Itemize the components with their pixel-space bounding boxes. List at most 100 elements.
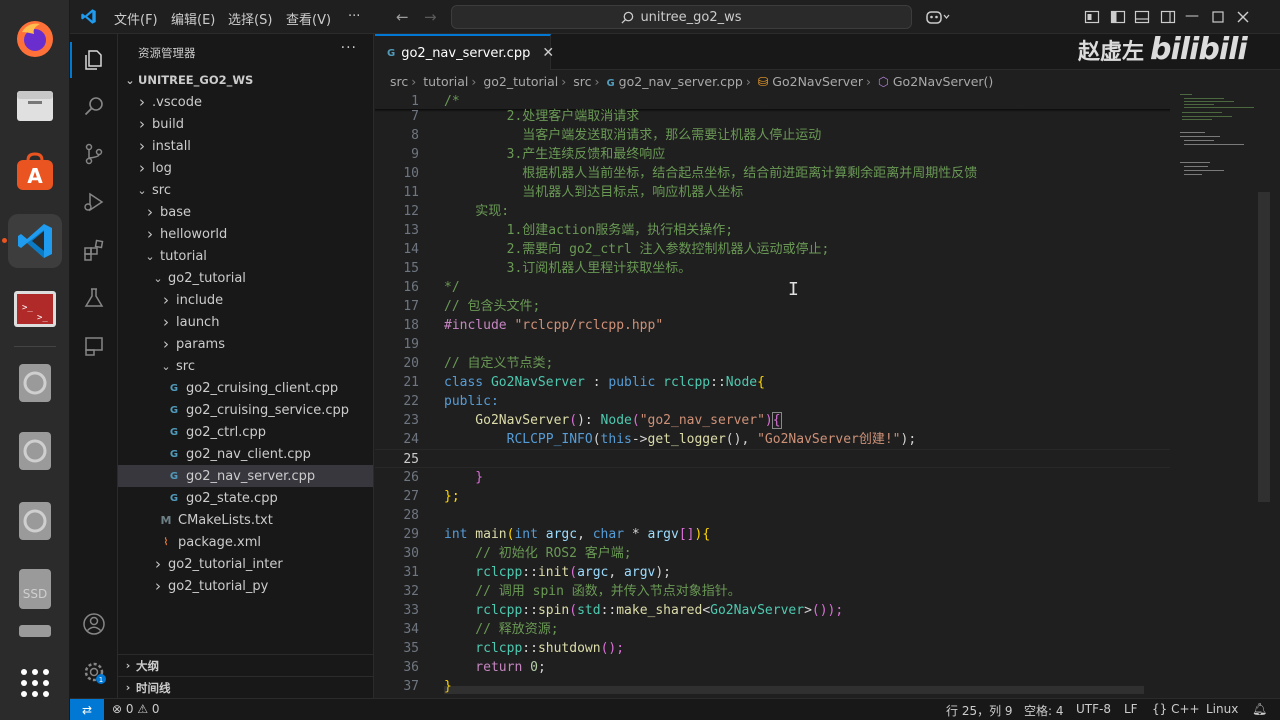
- toggle-sidebar-icon[interactable]: [1110, 9, 1126, 25]
- back-arrow-icon[interactable]: ←: [396, 8, 409, 26]
- code-editor[interactable]: 1/* 7 2.处理客户端取消请求 8 当客户端发送取消请求，那么需要让机器人停…: [375, 92, 1170, 698]
- tree-file[interactable]: ⌇ package.xml: [118, 531, 373, 553]
- timeline-section[interactable]: › 时间线: [118, 676, 373, 698]
- tree-folder[interactable]: ⌄ src: [118, 355, 373, 377]
- tree-folder[interactable]: › install: [118, 135, 373, 157]
- close-window-icon[interactable]: [1235, 9, 1251, 25]
- code-token: ,: [577, 527, 593, 542]
- toggle-secondary-sidebar-icon[interactable]: [1160, 9, 1176, 25]
- customize-layout-icon[interactable]: [1084, 9, 1100, 25]
- vscode-dock-icon[interactable]: [8, 214, 62, 268]
- tree-item-label: base: [160, 204, 191, 220]
- horizontal-scrollbar[interactable]: [444, 686, 1144, 694]
- menu-edit[interactable]: 编辑(E): [171, 9, 215, 28]
- tree-folder[interactable]: › go2_tutorial_py: [118, 575, 373, 597]
- breadcrumb-item[interactable]: go2_tutorial: [483, 74, 558, 89]
- breadcrumb-item[interactable]: Go2NavServer(): [893, 74, 993, 89]
- maximize-icon[interactable]: [1210, 9, 1226, 25]
- tree-file[interactable]: Ggo2_cruising_client.cpp: [118, 377, 373, 399]
- menu-view[interactable]: 查看(V): [286, 9, 331, 28]
- platform-indicator[interactable]: Linux: [1206, 702, 1238, 716]
- outline-section[interactable]: › 大纲: [118, 654, 373, 676]
- tree-folder[interactable]: › go2_tutorial_inter: [118, 553, 373, 575]
- terminal-icon[interactable]: >_ >_: [8, 282, 62, 336]
- line-number: 29: [403, 527, 419, 542]
- tree-file[interactable]: Ggo2_cruising_service.cpp: [118, 399, 373, 421]
- tree-file[interactable]: Ggo2_state.cpp: [118, 487, 373, 509]
- account-icon[interactable]: [82, 612, 106, 636]
- tree-folder[interactable]: › include: [118, 289, 373, 311]
- workspace-root[interactable]: ⌄ UNITREE_GO2_WS: [118, 69, 373, 91]
- tab-go2-nav-server[interactable]: G go2_nav_server.cpp ✕: [375, 34, 554, 70]
- breadcrumb-item[interactable]: src: [573, 74, 591, 89]
- chevron-right-icon: ›: [155, 555, 161, 573]
- tree-folder[interactable]: ⌄ go2_tutorial: [118, 267, 373, 289]
- disk-drive-icon[interactable]: [8, 494, 62, 548]
- line-number: 26: [403, 470, 419, 485]
- tree-folder[interactable]: › params: [118, 333, 373, 355]
- copilot-icon[interactable]: [926, 9, 950, 25]
- menu-more[interactable]: ···: [348, 9, 360, 24]
- remote-indicator-icon[interactable]: ⇄: [70, 699, 104, 720]
- indentation-setting[interactable]: 空格: 4: [1024, 702, 1064, 719]
- tree-folder[interactable]: ⌄ tutorial: [118, 245, 373, 267]
- notifications-bell-icon[interactable]: 🔔︎: [1252, 702, 1267, 716]
- tree-file[interactable]: Ggo2_nav_server.cpp: [118, 465, 373, 487]
- breadcrumb-item[interactable]: go2_nav_server.cpp: [619, 74, 743, 89]
- line-number: 8: [411, 128, 419, 143]
- testing-flask-icon[interactable]: [82, 286, 106, 310]
- command-center-search[interactable]: unitree_go2_ws: [451, 5, 912, 29]
- code-line: 8 当客户端发送取消请求，那么需要让机器人停止运动: [375, 126, 1170, 145]
- breadcrumb-item[interactable]: src: [390, 74, 408, 89]
- tree-folder[interactable]: › .vscode: [118, 91, 373, 113]
- explorer-icon[interactable]: [82, 48, 106, 72]
- tree-file[interactable]: Ggo2_ctrl.cpp: [118, 421, 373, 443]
- ssd-drive-icon[interactable]: SSD: [8, 562, 62, 616]
- more-actions-icon[interactable]: ···: [341, 40, 357, 56]
- tree-item-label: src: [176, 358, 195, 374]
- forward-arrow-icon[interactable]: →: [424, 8, 437, 26]
- file-encoding[interactable]: UTF-8: [1076, 702, 1111, 716]
- line-number: 17: [403, 299, 419, 314]
- tree-file[interactable]: M CMakeLists.txt: [118, 509, 373, 531]
- line-ending[interactable]: LF: [1124, 702, 1138, 716]
- extensions-icon[interactable]: [82, 238, 106, 262]
- settings-gear-icon[interactable]: 1: [82, 660, 106, 684]
- source-control-icon[interactable]: [82, 142, 106, 166]
- menu-file[interactable]: 文件(F): [114, 9, 158, 28]
- run-debug-icon[interactable]: [82, 190, 106, 214]
- firefox-icon[interactable]: [8, 12, 62, 66]
- tree-folder[interactable]: › base: [118, 201, 373, 223]
- cursor-position[interactable]: 行 25，列 9: [946, 702, 1013, 719]
- code-token: this: [600, 432, 632, 447]
- close-icon[interactable]: ✕: [542, 45, 554, 61]
- chevron-right-icon: ›: [139, 159, 145, 177]
- tree-folder[interactable]: › helloworld: [118, 223, 373, 245]
- breadcrumb-item[interactable]: Go2NavServer: [772, 74, 863, 89]
- remote-explorer-icon[interactable]: [82, 334, 106, 358]
- drive-icon[interactable]: [8, 620, 62, 640]
- language-mode[interactable]: {} C++: [1152, 702, 1200, 716]
- menu-selection[interactable]: 选择(S): [228, 9, 272, 28]
- show-apps-icon[interactable]: [8, 656, 62, 710]
- tree-file[interactable]: Ggo2_nav_client.cpp: [118, 443, 373, 465]
- tree-folder[interactable]: › launch: [118, 311, 373, 333]
- cpp-file-icon: G: [169, 382, 179, 394]
- disk-drive-icon[interactable]: [8, 424, 62, 478]
- app-center-icon[interactable]: A: [8, 146, 62, 200]
- tree-folder[interactable]: ⌄ src: [118, 179, 373, 201]
- tree-folder[interactable]: › build: [118, 113, 373, 135]
- breadcrumb-item[interactable]: tutorial: [423, 74, 468, 89]
- problems-count[interactable]: ⊗ 0 ⚠ 0: [112, 702, 160, 716]
- code-token: return: [444, 660, 523, 675]
- tree-folder[interactable]: › log: [118, 157, 373, 179]
- vertical-scrollbar-thumb[interactable]: [1258, 192, 1270, 502]
- toggle-panel-icon[interactable]: [1134, 9, 1150, 25]
- tree-item-label: src: [152, 182, 171, 198]
- search-icon[interactable]: [82, 94, 106, 118]
- files-icon[interactable]: [8, 78, 62, 132]
- disk-drive-icon[interactable]: [8, 356, 62, 410]
- minimize-icon[interactable]: —: [1185, 8, 1199, 24]
- minimap[interactable]: [1170, 92, 1270, 698]
- code-line: 30 // 初始化 ROS2 客户端;: [375, 544, 1170, 563]
